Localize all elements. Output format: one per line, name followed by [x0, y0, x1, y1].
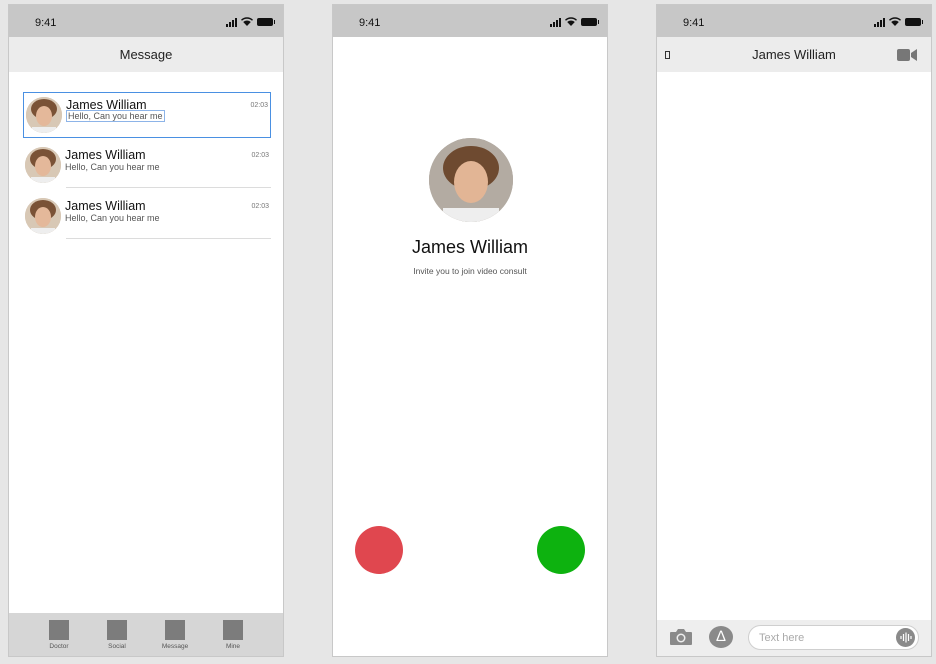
signal-icon: [874, 17, 885, 27]
battery-icon: [257, 18, 275, 26]
app-store-icon[interactable]: ∆: [709, 626, 733, 648]
contact-name: James William: [65, 199, 146, 213]
accept-call-button[interactable]: [537, 526, 585, 574]
battery-icon: [581, 18, 599, 26]
status-bar: 9:41: [333, 5, 607, 37]
battery-icon: [905, 18, 923, 26]
tab-message[interactable]: Message: [155, 620, 195, 650]
wifi-icon: [889, 17, 901, 26]
chat-toolbar: ∆: [657, 620, 931, 656]
signal-icon: [226, 17, 237, 27]
message-icon: [165, 620, 185, 640]
tab-label: Social: [108, 643, 126, 650]
video-camera-icon[interactable]: [897, 49, 917, 61]
nav-bar: James William: [657, 37, 931, 72]
avatar: [26, 97, 62, 133]
status-icons: [550, 16, 599, 28]
doctor-icon: [49, 620, 69, 640]
avatar: [25, 198, 61, 234]
contact-name: James William: [65, 148, 146, 162]
status-bar: 9:41: [657, 5, 931, 37]
tab-mine[interactable]: Mine: [213, 620, 253, 650]
tab-label: Doctor: [49, 643, 69, 650]
tab-bar: Doctor Social Message Mine: [9, 613, 283, 656]
message-item[interactable]: James William Hello, Can you hear me 02:…: [23, 92, 271, 138]
message-preview: Hello, Can you hear me: [65, 213, 160, 223]
status-icons: [874, 16, 923, 28]
tab-doctor[interactable]: Doctor: [39, 620, 79, 650]
chat-screen: 9:41 James William ∆: [656, 4, 932, 657]
tab-social[interactable]: Social: [97, 620, 137, 650]
audio-wave-icon[interactable]: [896, 628, 915, 647]
decline-call-button[interactable]: [355, 526, 403, 574]
message-time: 02:03: [251, 203, 269, 210]
message-time: 02:03: [251, 152, 269, 159]
status-time: 9:41: [683, 17, 705, 29]
tab-label: Message: [161, 643, 189, 650]
message-input[interactable]: [748, 625, 919, 650]
message-preview: Hello, Can you hear me: [66, 110, 165, 122]
caller-avatar: [429, 138, 513, 222]
message-item[interactable]: James William Hello, Can you hear me 02:…: [23, 194, 271, 240]
social-icon: [107, 620, 127, 640]
status-icons: [226, 16, 275, 28]
message-item[interactable]: James William Hello, Can you hear me 02:…: [23, 143, 271, 189]
status-time: 9:41: [35, 17, 57, 29]
wifi-icon: [241, 17, 253, 26]
incoming-call-screen: 9:41 James William Invite you to join vi…: [332, 4, 608, 657]
status-bar: 9:41: [9, 5, 283, 37]
nav-bar: Message: [9, 37, 283, 72]
message-time: 02:03: [250, 102, 268, 109]
messages-screen: 9:41 Message James William Hello, Can yo…: [8, 4, 284, 657]
signal-icon: [550, 17, 561, 27]
page-title: Message: [119, 47, 173, 62]
divider: [66, 187, 271, 188]
avatar: [25, 147, 61, 183]
wifi-icon: [565, 17, 577, 26]
status-time: 9:41: [359, 17, 381, 29]
chat-title: James William: [752, 47, 836, 62]
call-subtitle: Invite you to join video consult: [413, 266, 527, 276]
message-preview: Hello, Can you hear me: [65, 162, 160, 172]
camera-icon[interactable]: [669, 628, 693, 646]
caller-name: James William: [411, 237, 528, 257]
tab-label: Mine: [225, 643, 241, 650]
divider: [66, 238, 271, 239]
mine-icon: [223, 620, 243, 640]
